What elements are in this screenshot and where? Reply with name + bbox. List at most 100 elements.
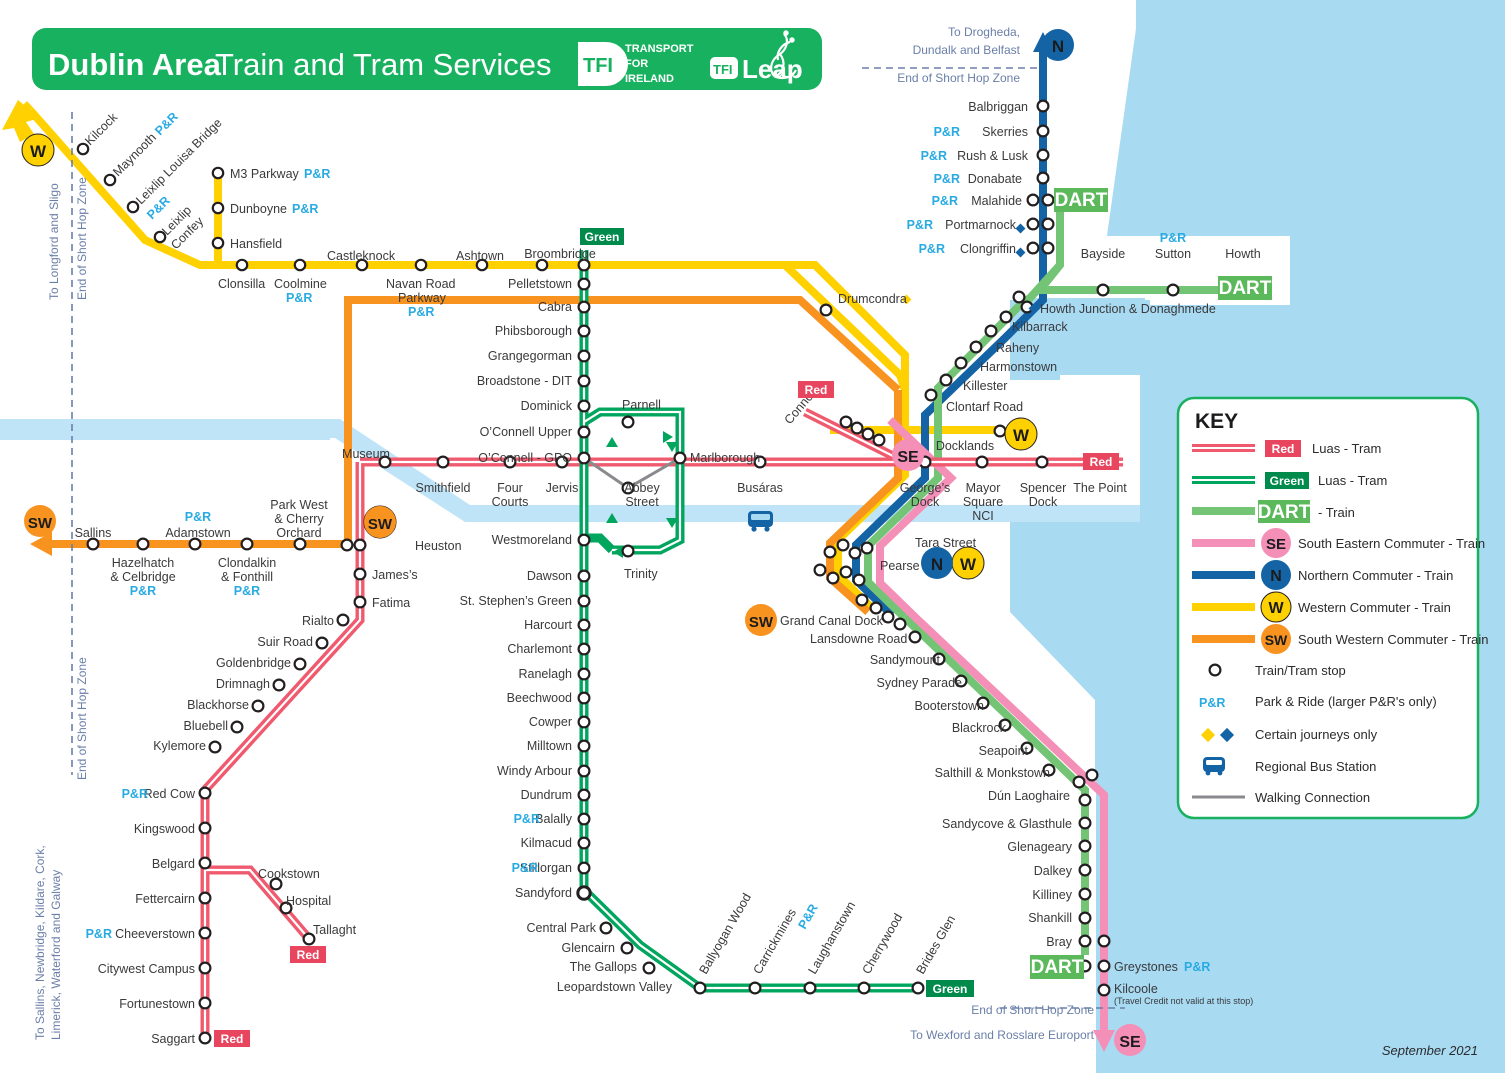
marker-w-kilcock: W [21,133,55,167]
label-kilcoole-note: (Travel Credit not valid at this stop) [1114,996,1253,1006]
key-label-dart: - Train [1318,505,1355,520]
label-cookstown: Cookstown [258,867,320,881]
label-coolmine-pr: P&R [286,291,312,305]
label-dominick: Dominick [521,399,573,413]
label-fortunestown: Fortunestown [119,997,195,1011]
label-phibsborough: Phibsborough [495,324,572,338]
label-goldenbridge: Goldenbridge [216,656,291,670]
label-balbriggan: Balbriggan [968,100,1028,114]
svg-text:Green: Green [1270,474,1305,488]
label-spencer-2: Dock [1029,495,1058,509]
label-skerries: Skerries [982,125,1028,139]
label-hazelhatch-1: Hazelhatch [112,556,175,570]
svg-text:Red: Red [1272,442,1295,456]
label-lansdowne: Lansdowne Road [810,632,907,646]
label-sandycove: Sandycove & Glasthule [942,817,1072,831]
label-sutton-pr: P&R [1160,231,1186,245]
label-trinity: Trinity [624,567,658,581]
label-sandyford: Sandyford [515,886,572,900]
label-dunboyne: Dunboyne [230,202,287,216]
label-seapoint: Seapoint [979,744,1029,758]
label-killiney: Killiney [1032,888,1072,902]
north-destination-2: Dundalk and Belfast [913,43,1021,57]
label-charlemont: Charlemont [507,642,572,656]
svg-text:SE: SE [1266,536,1286,553]
svg-text:SE: SE [897,449,919,466]
label-m3-parkway-pr: P&R [304,167,330,181]
label-oconnell-gpo: O’Connell - GPO [478,451,572,465]
label-skerries-pr: P&R [934,125,960,139]
label-m3-parkway: M3 Parkway [230,167,300,181]
label-greystones: Greystones [1114,960,1178,974]
label-hospital: Hospital [286,894,331,908]
marker-se-rosslare: SE [1114,1024,1146,1056]
label-kilbarrack: Kilbarrack [1012,320,1068,334]
label-clontarf-road: Clontarf Road [946,400,1023,414]
label-cabra: Cabra [538,300,572,314]
label-bluebell: Bluebell [184,719,228,733]
svg-text:N: N [931,555,943,574]
label-suir-road: Suir Road [257,635,313,649]
label-clongriffin: Clongriffin [960,242,1016,256]
badge-green-broombridge: Green [580,228,624,245]
label-pelletstown: Pelletstown [508,277,572,291]
label-stillorgan-pr: P&R [512,861,538,875]
label-kilcock: Kilcock [82,110,120,148]
label-parkwest-2: & Cherry [274,512,324,526]
label-busaras: Busáras [737,481,783,495]
label-sandymount: Sandymount [870,653,941,667]
label-parkwest-1: Park West [270,498,328,512]
label-donabate: Donabate [968,172,1022,186]
label-four-courts-2: Courts [492,495,529,509]
label-mayor-2: Square [963,495,1003,509]
label-hazelhatch-pr: P&R [130,584,156,598]
label-westmoreland: Westmoreland [492,533,572,547]
label-citywest: Citywest Campus [98,962,195,976]
key-label-south-eastern: South Eastern Commuter - Train [1298,536,1485,551]
northern-line-labels: Balbriggan Skerries P&R Rush & Lusk P&R … [907,100,1029,256]
label-drimnagh: Drimnagh [216,677,270,691]
southwest-destination-1: To Sallins, Newbridge, Kildare, Cork, [33,845,47,1040]
label-georges-1: George’s [900,481,951,495]
label-hansfield: Hansfield [230,237,282,251]
label-jamess: James’s [372,568,418,582]
svg-text:SW: SW [28,515,53,532]
label-bray: Bray [1046,935,1072,949]
label-maynooth-pr: P&R [152,110,181,139]
southeast-zone-label: End of Short Hop Zone [971,1003,1094,1017]
key-title: KEY [1195,410,1238,433]
key-label-green-luas: Luas - Tram [1318,473,1387,488]
header-title-bold: Dublin Area [48,47,222,82]
label-clondalkin-pr: P&R [234,584,260,598]
northwest-zone-label: End of Short Hop Zone [75,177,89,300]
map-date: September 2021 [1382,1043,1478,1058]
label-bayside: Bayside [1081,247,1126,261]
label-cheeverstown: Cheeverstown [115,927,195,941]
badge-red-tallaght: Red [290,946,326,963]
red-luas-southwest-labels: Heuston James’s Fatima Rialto Suir Road … [86,539,462,1046]
label-kingswood: Kingswood [134,822,195,836]
north-zone-label: End of Short Hop Zone [897,71,1020,85]
marker-n-pearse: N [921,547,953,579]
label-red-cow: Red Cow [144,787,196,801]
label-carrickmines-pr: P&R [795,902,820,932]
marker-sw-grand-canal: SW [745,604,777,636]
label-fettercairn: Fettercairn [135,892,195,906]
label-docklands: Docklands [936,439,994,453]
label-dun-laoghaire: Dún Laoghaire [988,789,1070,803]
label-milltown: Milltown [527,739,572,753]
label-rialto: Rialto [302,614,334,628]
key-label-park-and-ride: Park & Ride (larger P&R's only) [1255,694,1437,709]
label-belgard: Belgard [152,857,195,871]
label-sydney-parade: Sydney Parade [877,676,963,690]
svg-text:DART: DART [1219,278,1272,299]
label-fatima: Fatima [372,596,410,610]
svg-text:DART: DART [1031,957,1084,978]
label-rush-lusk-pr: P&R [921,149,947,163]
svg-text:Red: Red [1090,455,1113,469]
badge-red-the-point: Red [1083,453,1119,470]
green-luas-southeast-labels: Ballyogan Wood Carrickmines P&R Laughans… [696,891,958,977]
label-beechwood: Beechwood [507,691,572,705]
label-four-courts-1: Four [497,481,523,495]
southeast-destination: To Wexford and Rosslare Europort [910,1028,1095,1042]
